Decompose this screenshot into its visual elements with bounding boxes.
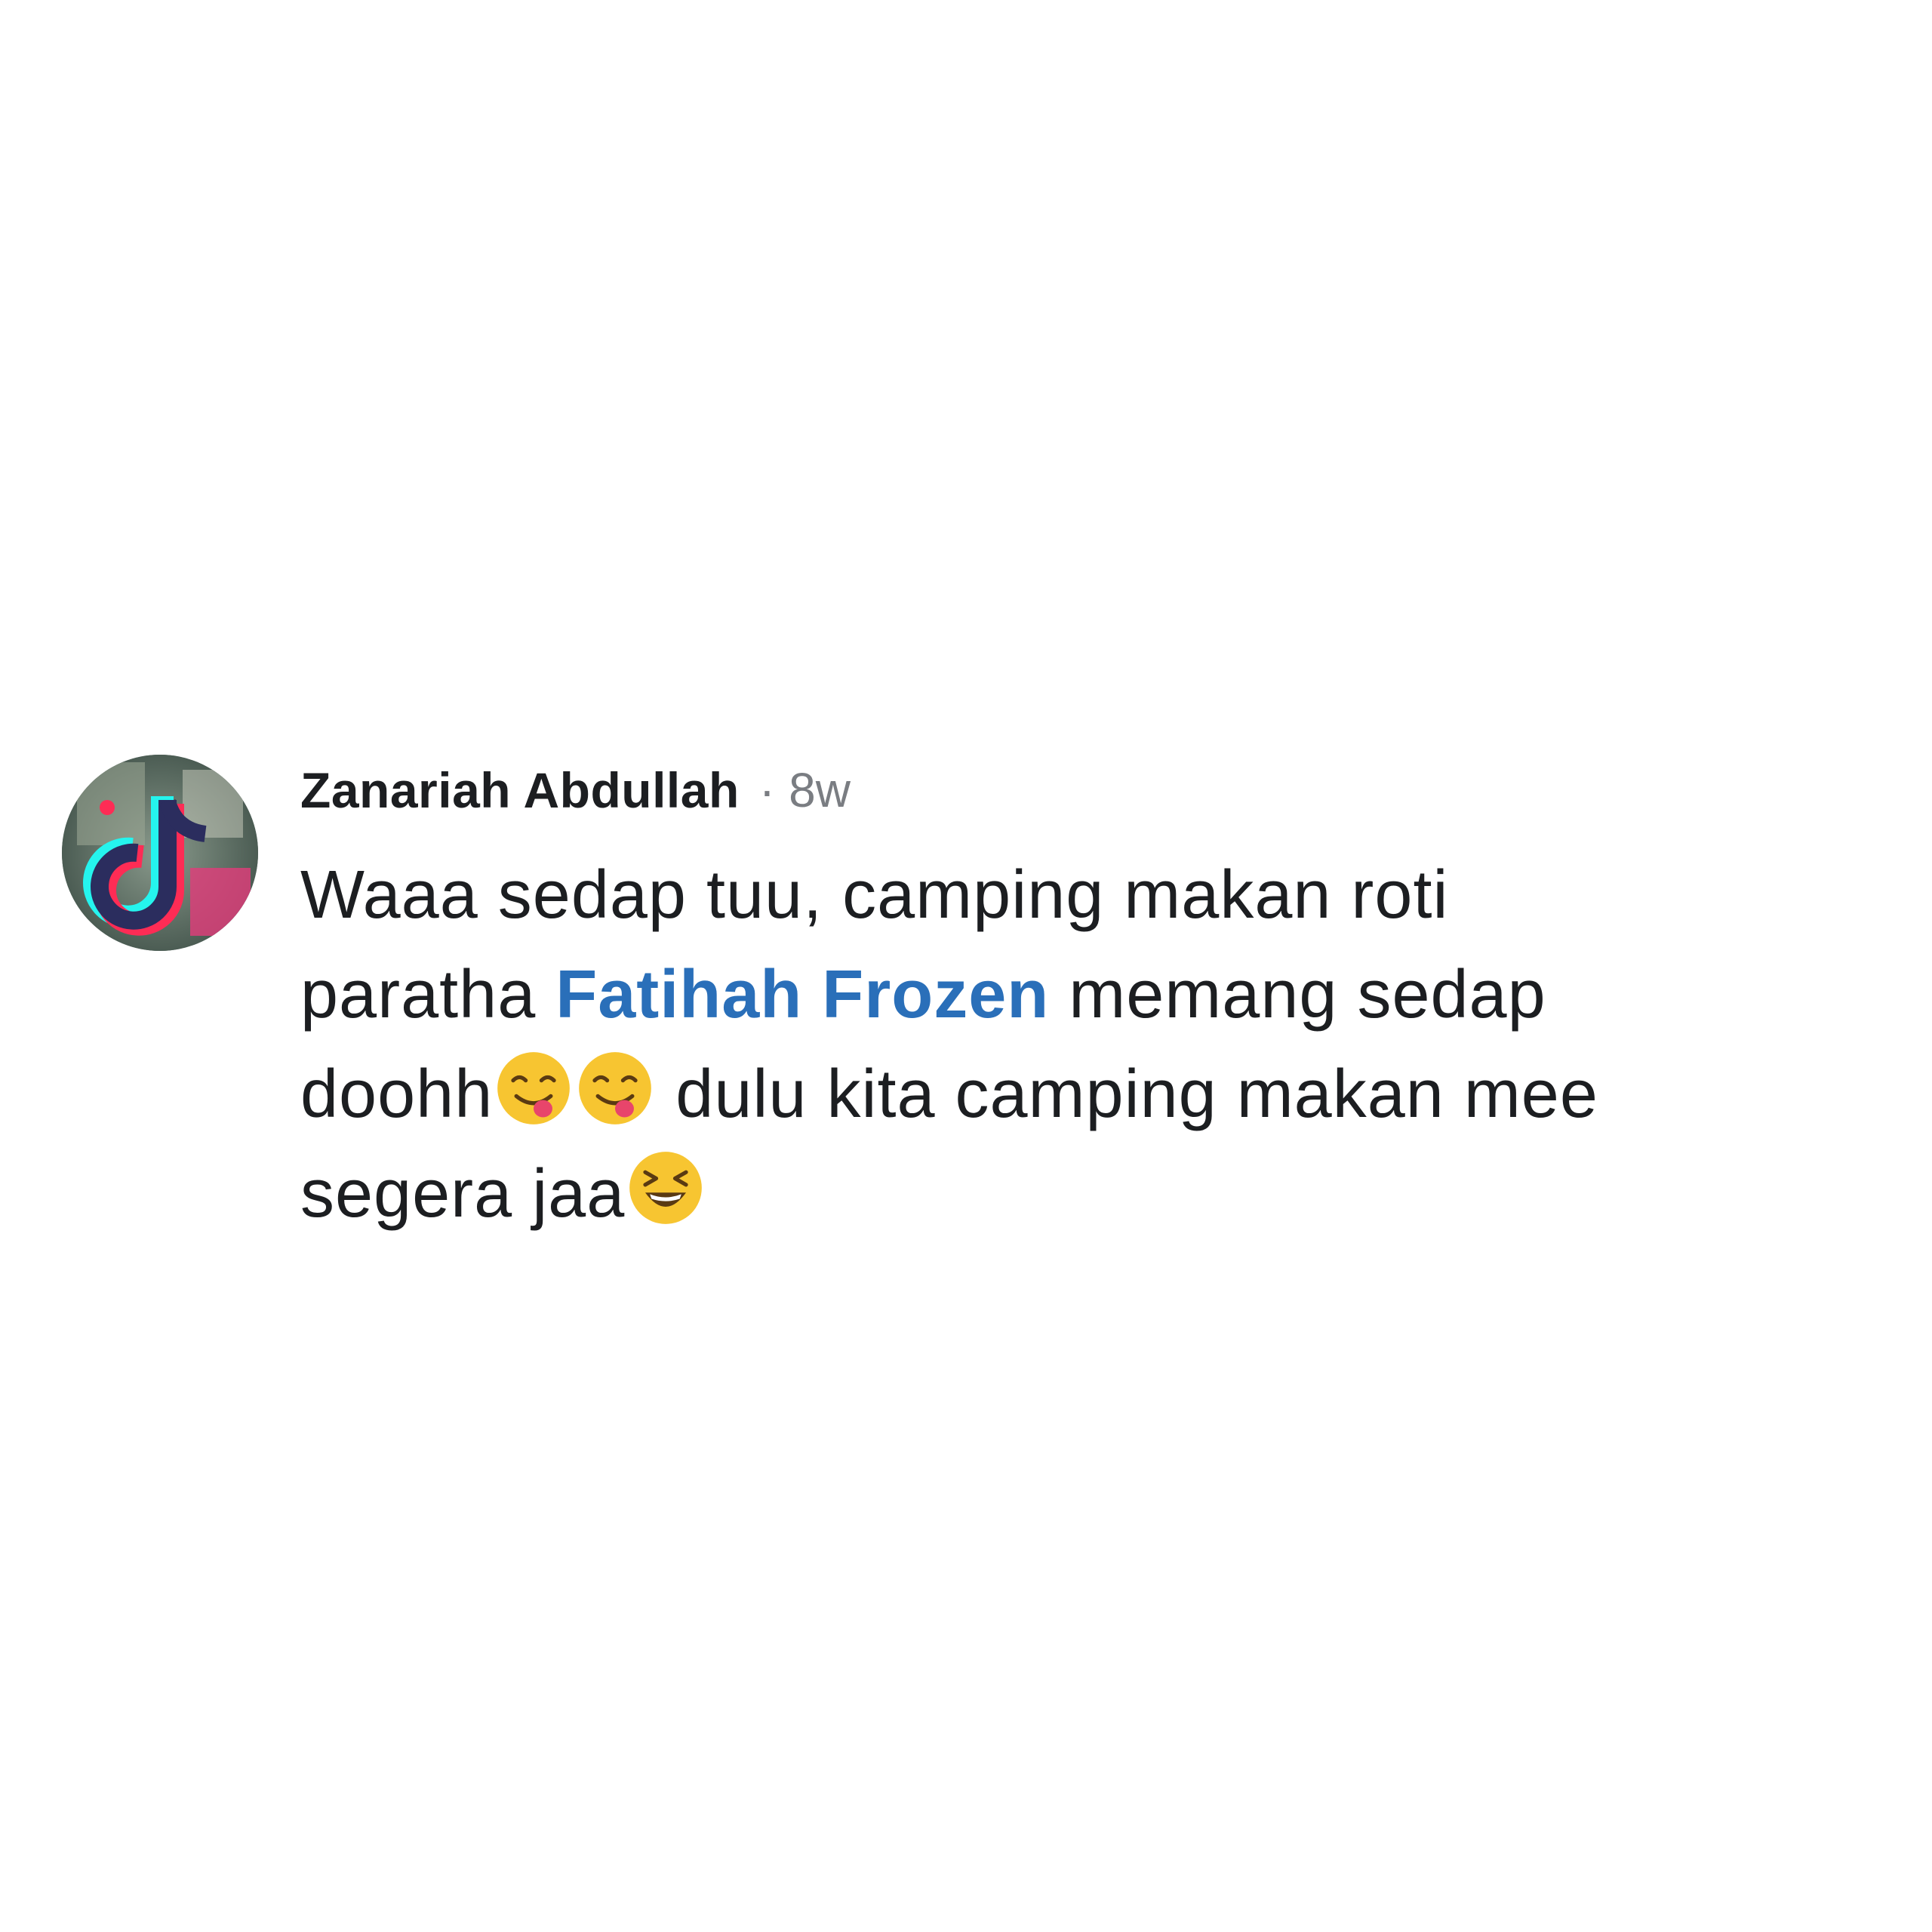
mention-link[interactable]: Fatihah Frozen (555, 957, 1049, 1032)
yum-face-emoji (576, 1049, 654, 1128)
author-name[interactable]: Zanariah Abdullah (300, 761, 740, 819)
comment-text: Waaa sedap tuu, camping makan roti parat… (300, 845, 1855, 1244)
comment-text-segment: doohh (300, 1057, 494, 1132)
comment-timestamp[interactable]: 8w (789, 762, 851, 818)
comment-line: doohh dulu kita camping makan mee (300, 1044, 1855, 1144)
comment-text-segment: paratha (300, 957, 556, 1032)
comment-meta: Zanariah Abdullah · 8w (300, 749, 1855, 832)
comment-text-segment: Waaa sedap tuu, camping makan roti (300, 857, 1449, 933)
comment-line: Waaa sedap tuu, camping makan roti (300, 845, 1855, 945)
grinning-squinting-face-emoji (626, 1149, 705, 1227)
comment-text-segment: segera jaa (300, 1156, 626, 1232)
comment-body: Zanariah Abdullah · 8w Waaa sedap tuu, c… (300, 749, 1855, 1244)
comment-text-segment: memang sedap (1049, 957, 1546, 1032)
comment-line: segera jaa (300, 1144, 1855, 1244)
yum-face-emoji (494, 1049, 573, 1128)
avatar[interactable] (62, 755, 258, 951)
tiktok-logo-icon (62, 755, 258, 951)
comment-line: paratha Fatihah Frozen memang sedap (300, 945, 1855, 1044)
meta-separator: · (758, 763, 776, 817)
comment-text-segment: dulu kita camping makan mee (656, 1057, 1598, 1132)
comment: Zanariah Abdullah · 8w Waaa sedap tuu, c… (62, 749, 1873, 1262)
